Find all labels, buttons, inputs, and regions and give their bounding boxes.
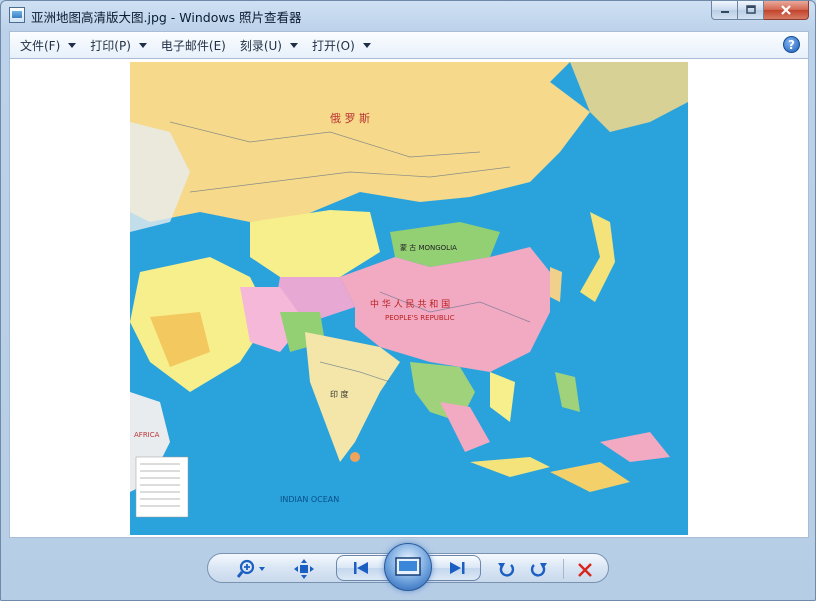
- navigation-toolbar: [1, 539, 815, 600]
- menu-email[interactable]: 电子邮件(E): [161, 34, 226, 56]
- menu-burn-label: 刻录(U): [239, 38, 282, 53]
- next-button[interactable]: [427, 555, 481, 581]
- menu-print[interactable]: 打印(P): [90, 34, 147, 56]
- map-label-china: 中 华 人 民 共 和 国: [370, 298, 450, 310]
- zoom-icon: [237, 559, 265, 578]
- title-bar[interactable]: 亚洲地图高清版大图.jpg - Windows 照片查看器: [1, 1, 815, 31]
- delete-icon: [578, 563, 592, 577]
- map-label-africa: AFRICA: [134, 431, 160, 439]
- asia-map-graphic: 俄 罗 斯 蒙 古 MONGOLIA 中 华 人 民 共 和 国 PEOPLE'…: [130, 62, 688, 535]
- previous-button[interactable]: [336, 555, 390, 581]
- menu-open-label: 打开(O): [312, 38, 355, 53]
- menu-email-label: 电子邮件(E): [160, 38, 226, 53]
- rotate-clockwise-button[interactable]: [528, 559, 550, 581]
- help-icon: ?: [788, 37, 795, 52]
- rotate-clockwise-icon: [530, 563, 547, 577]
- previous-icon: [354, 562, 368, 574]
- command-bar: 文件(F) 打印(P) 电子邮件(E) 刻录(U) 打开(O) ?: [9, 31, 809, 59]
- slideshow-button[interactable]: [384, 543, 432, 591]
- map-label-india: 印 度: [330, 389, 349, 399]
- chevron-down-icon: [68, 42, 77, 48]
- minimize-icon: [720, 11, 729, 13]
- caption-buttons: [711, 1, 809, 21]
- menu-file[interactable]: 文件(F): [20, 34, 77, 56]
- map-label-indian-ocean: INDIAN OCEAN: [280, 495, 339, 504]
- actual-size-icon: [294, 559, 314, 579]
- toolbar-separator: [563, 559, 564, 579]
- menu-open[interactable]: 打开(O): [312, 34, 371, 56]
- chevron-down-icon: [362, 42, 371, 48]
- map-label-russia: 俄 罗 斯: [330, 112, 370, 125]
- next-icon: [450, 562, 465, 574]
- maximize-button[interactable]: [738, 1, 764, 20]
- close-icon: [781, 5, 791, 15]
- help-button[interactable]: ?: [783, 36, 800, 53]
- chevron-down-icon: [290, 42, 298, 48]
- window-title: 亚洲地图高清版大图.jpg - Windows 照片查看器: [31, 10, 302, 25]
- close-button[interactable]: [764, 1, 809, 20]
- menu-print-label: 打印(P): [90, 38, 131, 53]
- menu-file-label: 文件(F): [20, 38, 61, 53]
- asia-map-image: 俄 罗 斯 蒙 古 MONGOLIA 中 华 人 民 共 和 国 PEOPLE'…: [130, 62, 688, 535]
- minimize-button[interactable]: [711, 1, 738, 20]
- delete-button[interactable]: [574, 559, 596, 581]
- menu-burn[interactable]: 刻录(U): [240, 34, 298, 56]
- slideshow-icon: [395, 557, 421, 576]
- photo-viewer-window: 亚洲地图高清版大图.jpg - Windows 照片查看器 文件(F) 打印(P…: [0, 0, 816, 601]
- rotate-counterclockwise-button[interactable]: [495, 559, 517, 581]
- map-label-china-en: PEOPLE'S REPUBLIC: [385, 314, 455, 322]
- maximize-icon: [745, 5, 756, 14]
- actual-size-button[interactable]: [293, 559, 315, 579]
- zoom-button[interactable]: [235, 559, 269, 579]
- map-label-mongolia: 蒙 古 MONGOLIA: [400, 243, 457, 252]
- image-viewport[interactable]: 俄 罗 斯 蒙 古 MONGOLIA 中 华 人 民 共 和 国 PEOPLE'…: [9, 59, 809, 538]
- chevron-down-icon: [138, 42, 147, 48]
- rotate-counterclockwise-icon: [498, 563, 515, 577]
- photo-viewer-icon: [9, 7, 25, 23]
